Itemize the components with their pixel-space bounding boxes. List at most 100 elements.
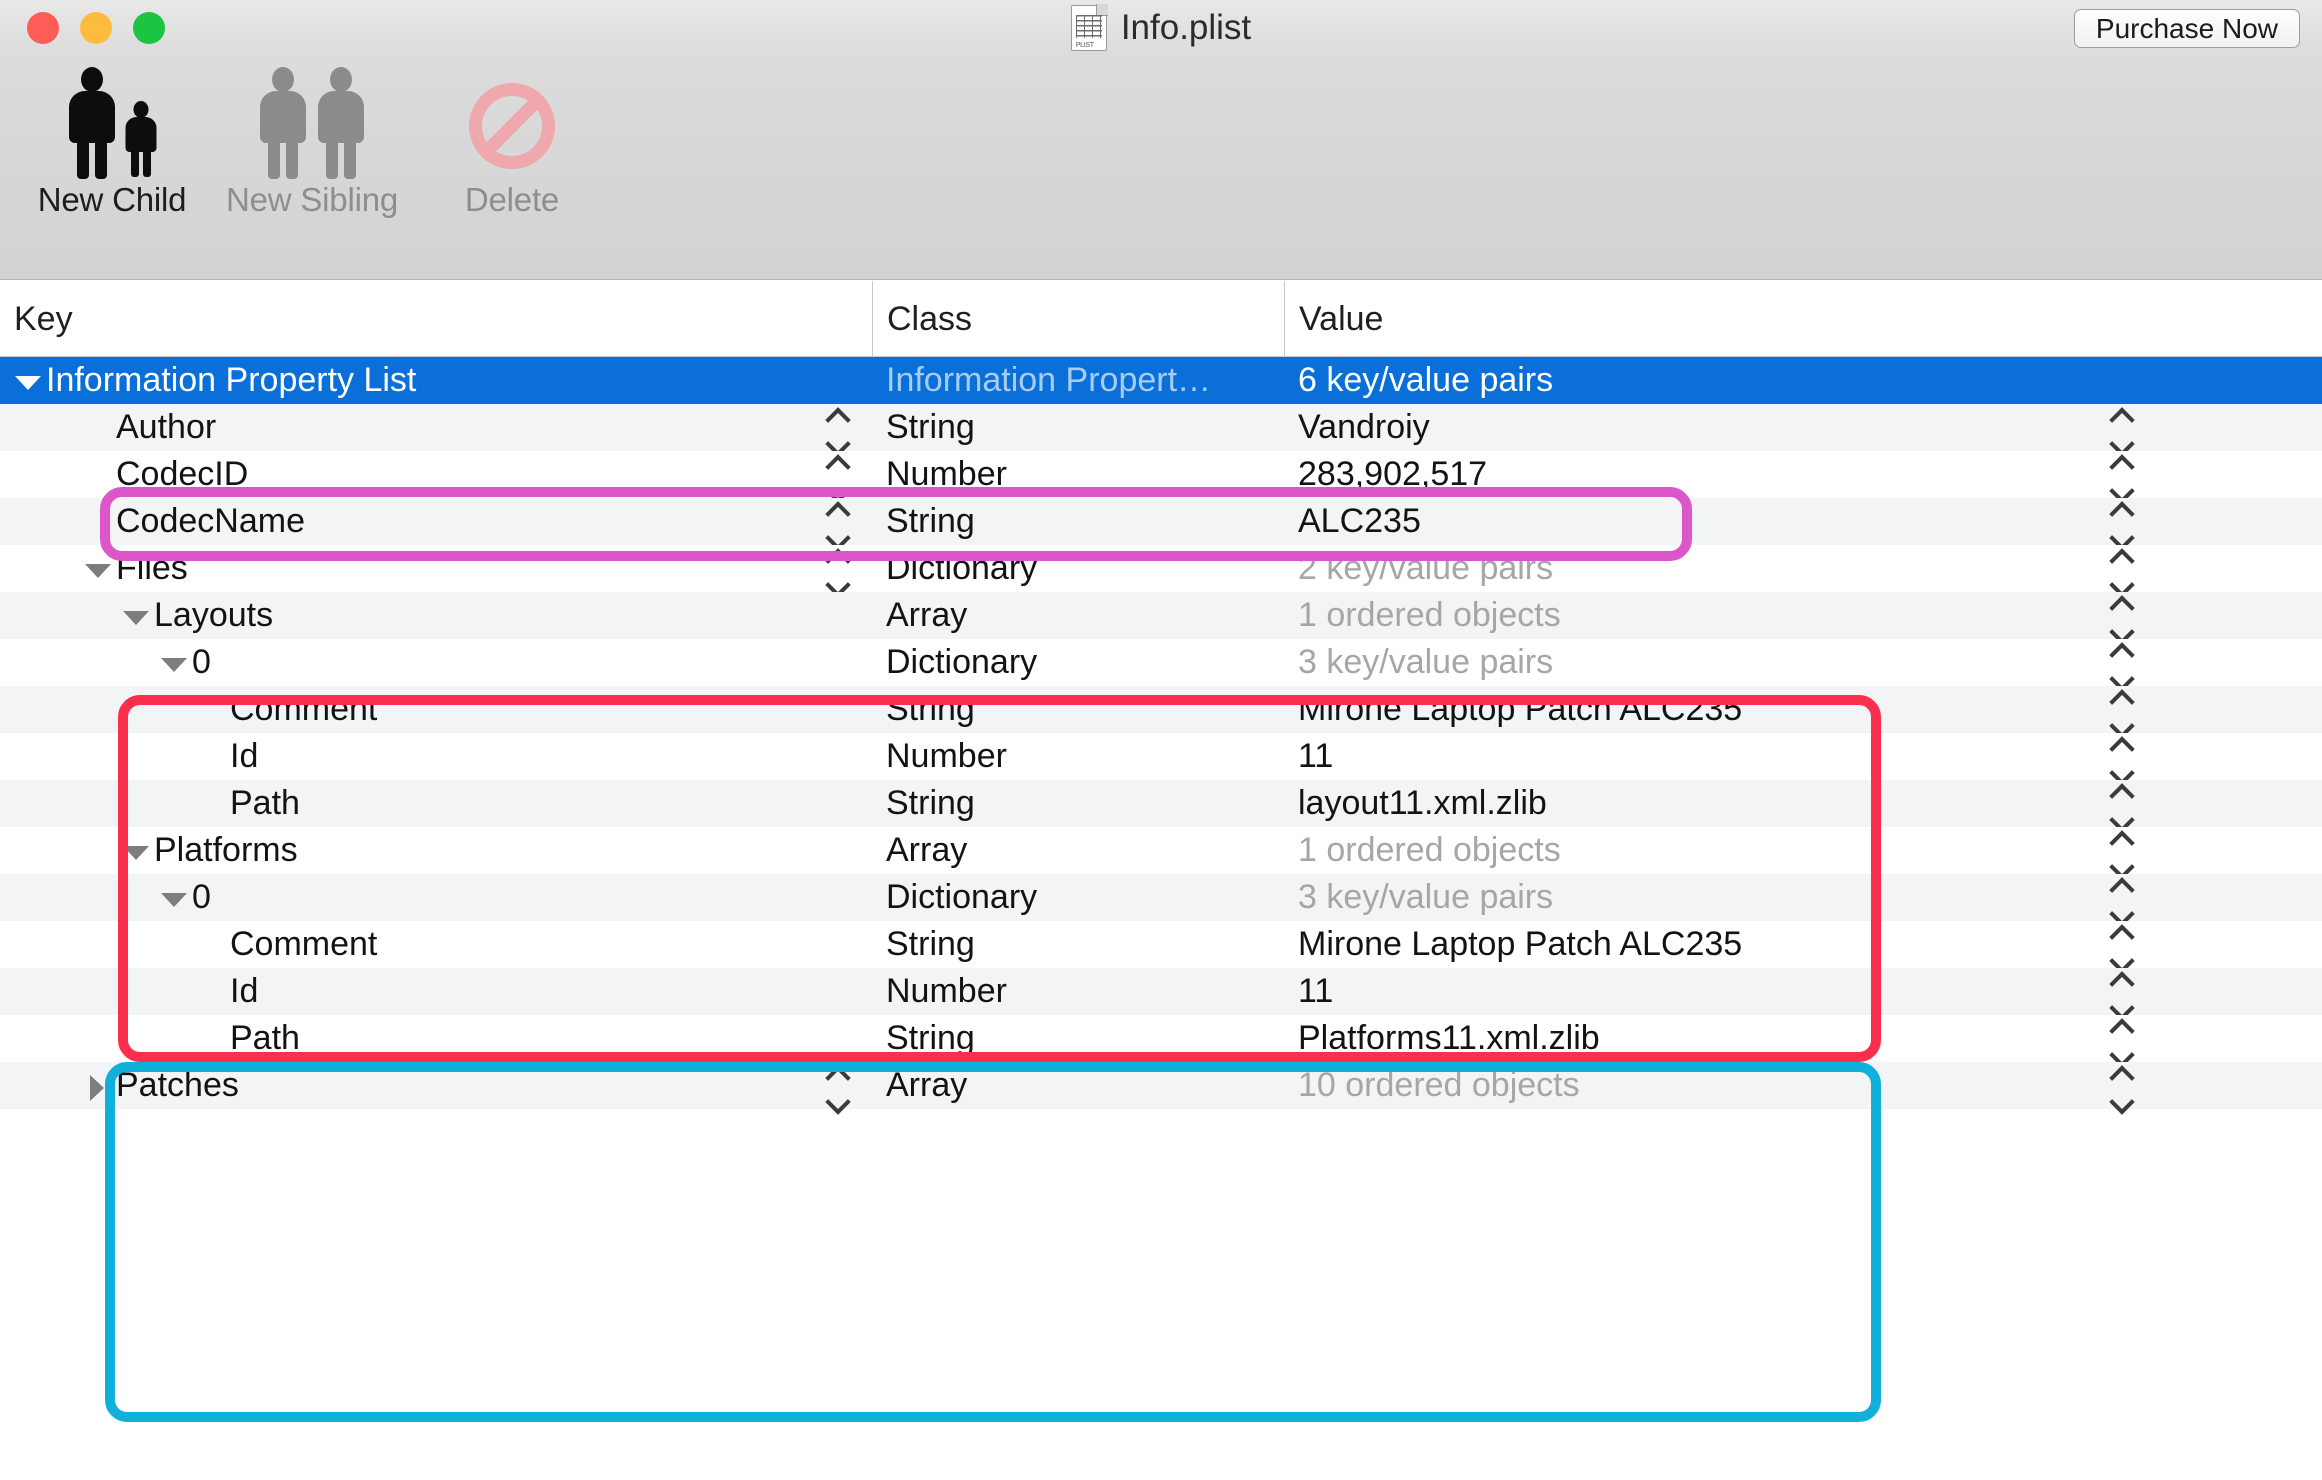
table-row[interactable]: CodecName String ALC235 — [0, 498, 2322, 545]
table-row[interactable]: Id Number 11 — [0, 733, 2322, 780]
table-row[interactable]: Comment String Mirone Laptop Patch ALC235 — [0, 921, 2322, 968]
cell-key[interactable]: 0 — [0, 874, 872, 921]
table-row[interactable]: Comment String Mirone Laptop Patch ALC235 — [0, 686, 2322, 733]
plist-tree-table[interactable]: Information Property List Information Pro… — [0, 357, 2322, 1480]
table-row[interactable]: CodecID Number 283,902,517 — [0, 451, 2322, 498]
new-sibling-button[interactable]: New Sibling — [212, 65, 412, 219]
cell-value[interactable]: 1 ordered objects — [1284, 592, 2322, 639]
two-people-parent-child-icon — [66, 65, 158, 179]
close-button[interactable] — [27, 12, 59, 44]
cell-value[interactable]: 283,902,517 — [1284, 451, 2322, 498]
cell-class[interactable]: Dictionary — [872, 874, 1284, 921]
cell-value[interactable]: layout11.xml.zlib — [1284, 780, 2322, 827]
cell-class[interactable]: String — [872, 1015, 1284, 1062]
cell-value[interactable]: 3 key/value pairs — [1284, 874, 2322, 921]
cell-class[interactable]: Information Propert… — [872, 357, 1284, 404]
cell-value[interactable]: ALC235 — [1284, 498, 2322, 545]
new-child-button[interactable]: New Child — [12, 65, 212, 219]
value-label: Mirone Laptop Patch ALC235 — [1298, 690, 1743, 728]
cell-key[interactable]: Id — [0, 968, 872, 1015]
cell-key[interactable]: Platforms — [0, 827, 872, 874]
cell-value[interactable]: 3 key/value pairs — [1284, 639, 2322, 686]
cell-class[interactable]: Number — [872, 968, 1284, 1015]
table-row[interactable]: Information Property List Information Pro… — [0, 357, 2322, 404]
chevron-down-icon[interactable] — [122, 603, 149, 629]
cell-key[interactable]: Author — [0, 404, 872, 451]
key-stepper-icon[interactable] — [826, 455, 856, 495]
table-row[interactable]: 0 Dictionary 3 key/value pairs — [0, 639, 2322, 686]
chevron-right-icon[interactable] — [84, 1073, 110, 1101]
purchase-now-button[interactable]: Purchase Now — [2073, 9, 2300, 48]
zoom-button[interactable] — [133, 12, 165, 44]
chevron-down-icon[interactable] — [122, 838, 149, 864]
class-label: Array — [886, 1066, 968, 1104]
cell-value[interactable]: 6 key/value pairs — [1284, 357, 2322, 404]
chevron-down-icon[interactable] — [14, 368, 41, 394]
key-label: Path — [230, 784, 300, 822]
key-stepper-icon[interactable] — [826, 1066, 856, 1106]
cell-key[interactable]: CodecID — [0, 451, 872, 498]
cell-class[interactable]: String — [872, 498, 1284, 545]
cell-class[interactable]: Dictionary — [872, 545, 1284, 592]
cell-value[interactable]: 2 key/value pairs — [1284, 545, 2322, 592]
chevron-down-icon[interactable] — [84, 556, 111, 582]
cell-value[interactable]: Mirone Laptop Patch ALC235 — [1284, 686, 2322, 733]
cell-key[interactable]: CodecName — [0, 498, 872, 545]
table-row[interactable]: Platforms Array 1 ordered objects — [0, 827, 2322, 874]
value-label: Platforms11.xml.zlib — [1298, 1019, 1600, 1057]
cell-key[interactable]: Id — [0, 733, 872, 780]
table-row[interactable]: Author String Vandroiy — [0, 404, 2322, 451]
key-stepper-icon[interactable] — [826, 502, 856, 542]
table-row[interactable]: Path String layout11.xml.zlib — [0, 780, 2322, 827]
cell-value[interactable]: 11 — [1284, 733, 2322, 780]
column-header-key[interactable]: Key — [0, 281, 872, 357]
cell-class[interactable]: String — [872, 686, 1284, 733]
cell-key[interactable]: 0 — [0, 639, 872, 686]
table-header: Key Class Value — [0, 281, 2322, 357]
chevron-down-icon[interactable] — [160, 885, 187, 911]
class-label: String — [886, 1019, 975, 1057]
cell-key[interactable]: Files — [0, 545, 872, 592]
value-label: 10 ordered objects — [1298, 1066, 1580, 1104]
cell-key[interactable]: Comment — [0, 686, 872, 733]
column-header-class[interactable]: Class — [872, 281, 1284, 357]
cell-value[interactable]: 10 ordered objects — [1284, 1062, 2322, 1109]
value-label: 283,902,517 — [1298, 455, 1488, 493]
cell-class[interactable]: String — [872, 780, 1284, 827]
cell-key[interactable]: Patches — [0, 1062, 872, 1109]
column-header-value[interactable]: Value — [1284, 281, 2322, 357]
class-label: String — [886, 408, 975, 446]
cell-value[interactable]: 11 — [1284, 968, 2322, 1015]
key-stepper-icon[interactable] — [826, 408, 856, 448]
cell-class[interactable]: Number — [872, 451, 1284, 498]
cell-class[interactable]: Array — [872, 827, 1284, 874]
cell-class[interactable]: String — [872, 921, 1284, 968]
cell-class[interactable]: Number — [872, 733, 1284, 780]
table-row[interactable]: Path String Platforms11.xml.zlib — [0, 1015, 2322, 1062]
cell-key[interactable]: Comment — [0, 921, 872, 968]
cell-key[interactable]: Information Property List — [0, 357, 872, 404]
cell-class[interactable]: Array — [872, 592, 1284, 639]
minimize-button[interactable] — [80, 12, 112, 44]
cell-class[interactable]: Array — [872, 1062, 1284, 1109]
cell-value[interactable]: Platforms11.xml.zlib — [1284, 1015, 2322, 1062]
cell-class[interactable]: Dictionary — [872, 639, 1284, 686]
chevron-down-icon[interactable] — [160, 650, 187, 676]
key-stepper-icon[interactable] — [826, 549, 856, 589]
class-label: String — [886, 784, 975, 822]
cell-key[interactable]: Layouts — [0, 592, 872, 639]
table-row[interactable]: Patches Array 10 ordered objects — [0, 1062, 2322, 1109]
table-row[interactable]: 0 Dictionary 3 key/value pairs — [0, 874, 2322, 921]
delete-button[interactable]: Delete — [412, 65, 612, 219]
cell-key[interactable]: Path — [0, 780, 872, 827]
table-row[interactable]: Layouts Array 1 ordered objects — [0, 592, 2322, 639]
cell-value[interactable]: Vandroiy — [1284, 404, 2322, 451]
key-label: CodecID — [116, 455, 249, 493]
cell-class[interactable]: String — [872, 404, 1284, 451]
cell-value[interactable]: 1 ordered objects — [1284, 827, 2322, 874]
table-row[interactable]: Id Number 11 — [0, 968, 2322, 1015]
cell-key[interactable]: Path — [0, 1015, 872, 1062]
cell-value[interactable]: Mirone Laptop Patch ALC235 — [1284, 921, 2322, 968]
plist-editor-window: PLIST Info.plist Purchase Now New Child — [0, 0, 2322, 1480]
table-row[interactable]: Files Dictionary 2 key/value pairs — [0, 545, 2322, 592]
